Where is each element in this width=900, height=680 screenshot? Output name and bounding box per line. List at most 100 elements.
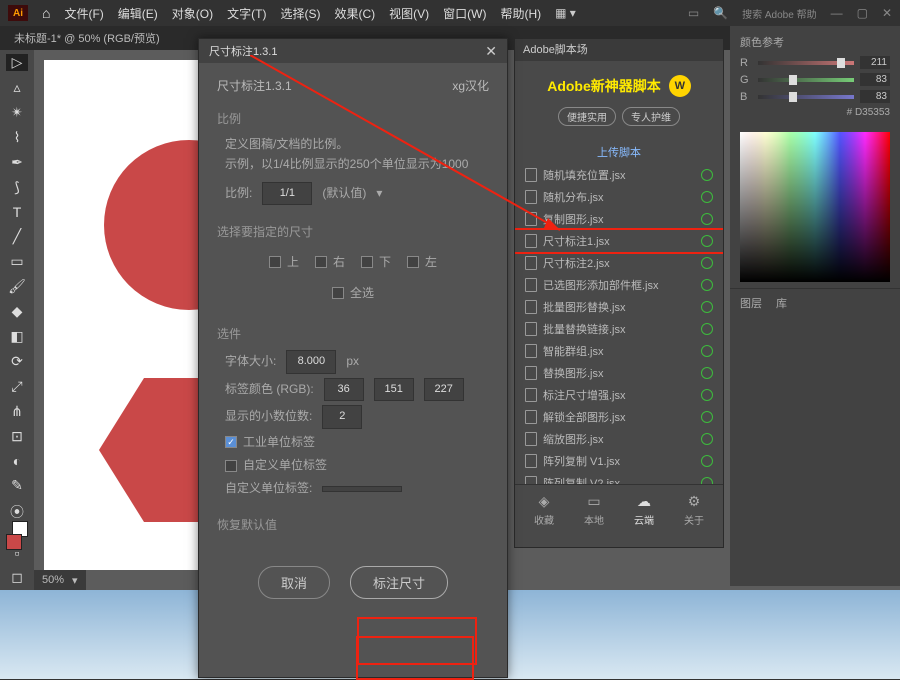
script-item[interactable]: 尺寸标注2.jsx <box>515 252 723 274</box>
download-icon[interactable] <box>701 169 713 181</box>
home-icon[interactable]: ⌂ <box>42 5 50 21</box>
tag-2[interactable]: 专人护维 <box>622 107 680 126</box>
download-icon[interactable] <box>701 389 713 401</box>
tab-layers[interactable]: 图层 <box>740 295 762 311</box>
script-item[interactable]: 阵列复制 V2.jsx <box>515 472 723 484</box>
download-icon[interactable] <box>701 279 713 291</box>
blend-tool[interactable]: ⦿ <box>6 502 28 522</box>
r-slider[interactable] <box>758 61 854 65</box>
menu-select[interactable]: 选择(S) <box>280 5 320 22</box>
menu-window[interactable]: 窗口(W) <box>443 5 486 22</box>
g-value[interactable]: 83 <box>860 73 890 86</box>
zoom-level[interactable]: 50% <box>42 574 64 586</box>
cancel-button[interactable]: 取消 <box>258 566 330 599</box>
type-tool[interactable]: T <box>6 204 28 220</box>
color-r-input[interactable]: 36 <box>324 378 364 402</box>
download-icon[interactable] <box>701 235 713 247</box>
eraser-tool[interactable]: ◧ <box>6 328 28 345</box>
download-icon[interactable] <box>701 433 713 445</box>
download-icon[interactable] <box>701 345 713 357</box>
script-item[interactable]: 缩放图形.jsx <box>515 428 723 450</box>
zoom-dropdown-icon[interactable]: ▾ <box>72 574 78 587</box>
upload-link[interactable]: 上传脚本 <box>515 144 723 160</box>
b-value[interactable]: 83 <box>860 90 890 103</box>
wand-tool[interactable]: ✴ <box>6 104 28 121</box>
chk-bottom[interactable]: 下 <box>361 253 391 272</box>
g-slider[interactable] <box>758 78 854 82</box>
foot-local[interactable]: ▭本地 <box>584 493 604 527</box>
brush-tool[interactable]: 🖌 <box>6 278 28 295</box>
download-icon[interactable] <box>701 301 713 313</box>
download-icon[interactable] <box>701 191 713 203</box>
script-item[interactable]: 阵列复制 V1.jsx <box>515 450 723 472</box>
foot-about[interactable]: ⚙关于 <box>684 493 704 527</box>
script-panel-tab[interactable]: Adobe脚本场 <box>515 39 723 61</box>
lasso-tool[interactable]: ⌇ <box>6 129 28 146</box>
menu-type[interactable]: 文字(T) <box>227 5 266 22</box>
download-icon[interactable] <box>701 213 713 225</box>
shaper-tool[interactable]: ◆ <box>6 303 28 320</box>
chk-all[interactable]: 全选 <box>332 284 374 303</box>
script-item[interactable]: 智能群组.jsx <box>515 340 723 362</box>
line-tool[interactable]: ╱ <box>6 228 28 245</box>
hex-value[interactable]: # D35353 <box>740 107 890 118</box>
script-item[interactable]: 标注尺寸增强.jsx <box>515 384 723 406</box>
download-icon[interactable] <box>701 323 713 335</box>
script-item[interactable]: 替换图形.jsx <box>515 362 723 384</box>
chk-custom[interactable]: 自定义单位标签 <box>217 456 489 475</box>
chk-right[interactable]: 右 <box>315 253 345 272</box>
menu-view[interactable]: 视图(V) <box>389 5 429 22</box>
curvature-tool[interactable]: ⟆ <box>6 179 28 196</box>
tab-libs[interactable]: 库 <box>776 295 787 311</box>
window-min-icon[interactable]: — <box>831 6 843 20</box>
window-max-icon[interactable]: ▢ <box>857 6 868 20</box>
rect-tool[interactable]: ▭ <box>6 253 28 270</box>
custom-unit-input[interactable] <box>322 486 402 492</box>
gradient-tool[interactable]: ◐ <box>6 453 28 469</box>
rotate-tool[interactable]: ⟳ <box>6 353 28 370</box>
color-b-input[interactable]: 227 <box>424 378 464 402</box>
download-icon[interactable] <box>701 411 713 423</box>
scale-tool[interactable]: ⤢ <box>6 378 28 395</box>
menu-help[interactable]: 帮助(H) <box>500 5 541 22</box>
r-value[interactable]: 211 <box>860 56 890 69</box>
color-swatch[interactable] <box>6 534 28 537</box>
script-item[interactable]: 批量图形替换.jsx <box>515 296 723 318</box>
close-icon[interactable]: ✕ <box>485 43 497 60</box>
download-icon[interactable] <box>701 477 713 484</box>
ratio-input[interactable]: 1/1 <box>262 182 312 206</box>
window-close-icon[interactable]: ✕ <box>882 6 892 20</box>
script-item[interactable]: 批量替换链接.jsx <box>515 318 723 340</box>
script-item[interactable]: 随机分布.jsx <box>515 186 723 208</box>
layout-icon[interactable]: ▦ ▾ <box>555 6 576 20</box>
script-item[interactable]: 解锁全部图形.jsx <box>515 406 723 428</box>
drawing-mode-tool[interactable]: ◻ <box>6 569 28 586</box>
script-item[interactable]: 已选图形添加部件框.jsx <box>515 274 723 296</box>
chk-left[interactable]: 左 <box>407 253 437 272</box>
eyedropper-tool[interactable]: ✎ <box>6 477 28 494</box>
search-placeholder[interactable]: 搜索 Adobe 帮助 <box>742 6 816 21</box>
download-icon[interactable] <box>701 455 713 467</box>
selection-tool[interactable]: ▷ <box>6 54 28 71</box>
menu-edit[interactable]: 编辑(E) <box>118 5 158 22</box>
font-size-input[interactable]: 8.000 <box>286 350 336 374</box>
width-tool[interactable]: ⋔ <box>6 403 28 420</box>
color-g-input[interactable]: 151 <box>374 378 414 402</box>
script-item[interactable]: 尺寸标注1.jsx <box>515 230 723 252</box>
color-picker[interactable] <box>740 132 890 282</box>
download-icon[interactable] <box>701 257 713 269</box>
free-transform-tool[interactable]: ⊡ <box>6 428 28 445</box>
chk-top[interactable]: 上 <box>269 253 299 272</box>
download-icon[interactable] <box>701 367 713 379</box>
decimals-input[interactable]: 2 <box>322 405 362 429</box>
direct-select-tool[interactable]: ▵ <box>6 79 28 96</box>
script-item[interactable]: 复制图形.jsx <box>515 208 723 230</box>
tag-1[interactable]: 便捷实用 <box>558 107 616 126</box>
menu-effect[interactable]: 效果(C) <box>334 5 375 22</box>
foot-cloud[interactable]: ☁云端 <box>634 493 654 527</box>
foot-fav[interactable]: ◈收藏 <box>534 493 554 527</box>
dropdown-icon[interactable]: ▾ <box>376 184 382 203</box>
menu-file[interactable]: 文件(F) <box>64 5 103 22</box>
script-item[interactable]: 随机填充位置.jsx <box>515 164 723 186</box>
pen-tool[interactable]: ✒ <box>6 154 28 171</box>
